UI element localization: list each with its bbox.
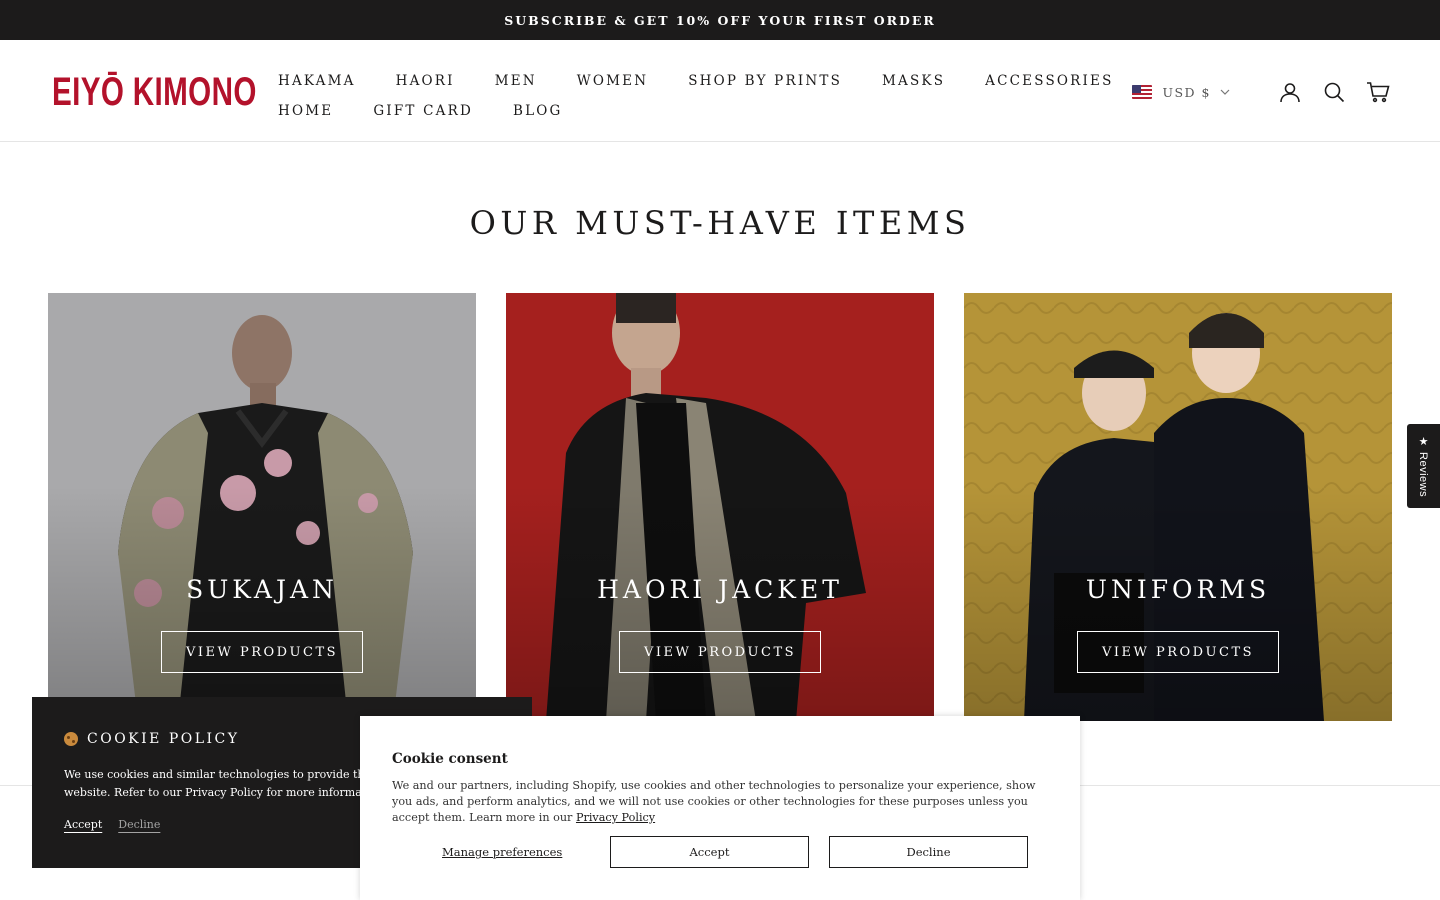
nav-item-gift-card[interactable]: GIFT CARD xyxy=(373,103,473,119)
collection-card-sukajan[interactable]: SUKAJAN VIEW PRODUCTS xyxy=(48,293,476,721)
announcement-text[interactable]: SUBSCRIBE & GET 10% OFF YOUR FIRST ORDER xyxy=(504,13,936,28)
cookie-consent-text: We and our partners, including Shopify, … xyxy=(392,778,1052,826)
collection-card-uniforms[interactable]: UNIFORMS VIEW PRODUCTS xyxy=(964,293,1392,721)
search-icon[interactable] xyxy=(1320,78,1348,106)
nav-item-home[interactable]: HOME xyxy=(278,103,333,119)
cookie-policy-accept-link[interactable]: Accept xyxy=(64,818,102,831)
cookie-policy-actions: Accept Decline xyxy=(64,818,160,831)
brand-logo[interactable]: EIYŌ KIMONO xyxy=(52,70,257,114)
site-header: EIYŌ KIMONO HAKAMA HAORI MEN WOMEN SHOP … xyxy=(0,40,1440,142)
currency-selector[interactable]: USD $ xyxy=(1132,85,1230,100)
cookie-consent-body: We and our partners, including Shopify, … xyxy=(392,779,1036,824)
account-icon[interactable] xyxy=(1276,78,1304,106)
view-products-button-sukajan[interactable]: VIEW PRODUCTS xyxy=(161,631,363,673)
cookie-icon xyxy=(64,732,78,746)
nav-item-accessories[interactable]: ACCESSORIES xyxy=(985,73,1113,89)
card-title-uniforms: UNIFORMS xyxy=(1085,575,1271,604)
nav-item-hakama[interactable]: HAKAMA xyxy=(278,73,356,89)
nav-item-haori[interactable]: HAORI xyxy=(396,73,455,89)
card-title-haori-jacket: HAORI JACKET xyxy=(597,575,843,604)
announcement-bar[interactable]: SUBSCRIBE & GET 10% OFF YOUR FIRST ORDER xyxy=(0,0,1440,40)
view-products-button-haori-jacket[interactable]: VIEW PRODUCTS xyxy=(619,631,821,673)
cookie-policy-decline-link[interactable]: Decline xyxy=(118,818,160,831)
consent-accept-button[interactable]: Accept xyxy=(610,836,809,868)
nav-item-men[interactable]: MEN xyxy=(495,73,537,89)
section-title: OUR MUST-HAVE ITEMS xyxy=(469,204,971,242)
chevron-down-icon xyxy=(1220,87,1230,98)
nav-item-blog[interactable]: BLOG xyxy=(513,103,563,119)
cookie-policy-title: COOKIE POLICY xyxy=(87,731,240,747)
reviews-tab[interactable]: ★ Reviews xyxy=(1407,424,1440,508)
cart-icon[interactable] xyxy=(1364,78,1392,106)
manage-preferences-link[interactable]: Manage preferences xyxy=(442,845,562,859)
header-actions: USD $ xyxy=(1132,78,1392,106)
nav-item-shop-by-prints[interactable]: SHOP BY PRINTS xyxy=(688,73,842,89)
reviews-tab-label: ★ Reviews xyxy=(1417,434,1429,498)
nav-item-women[interactable]: WOMEN xyxy=(577,73,648,89)
cookie-consent-title: Cookie consent xyxy=(392,751,508,767)
card-title-sukajan: SUKAJAN xyxy=(186,575,338,604)
privacy-policy-link[interactable]: Privacy Policy xyxy=(576,811,655,824)
cookie-consent-dialog: Cookie consent We and our partners, incl… xyxy=(360,716,1080,900)
nav-row-1: HAKAMA HAORI MEN WOMEN SHOP BY PRINTS MA… xyxy=(278,66,1111,96)
currency-label: USD $ xyxy=(1162,84,1211,100)
cookie-policy-heading: COOKIE POLICY xyxy=(64,731,240,747)
main-nav: HAKAMA HAORI MEN WOMEN SHOP BY PRINTS MA… xyxy=(278,66,1111,126)
view-products-button-uniforms[interactable]: VIEW PRODUCTS xyxy=(1077,631,1279,673)
consent-decline-button[interactable]: Decline xyxy=(829,836,1028,868)
nav-item-masks[interactable]: MASKS xyxy=(882,73,945,89)
collection-card-haori-jacket[interactable]: HAORI JACKET VIEW PRODUCTS xyxy=(506,293,934,721)
us-flag-icon xyxy=(1132,85,1153,99)
nav-row-2: HOME GIFT CARD BLOG xyxy=(278,96,1098,126)
